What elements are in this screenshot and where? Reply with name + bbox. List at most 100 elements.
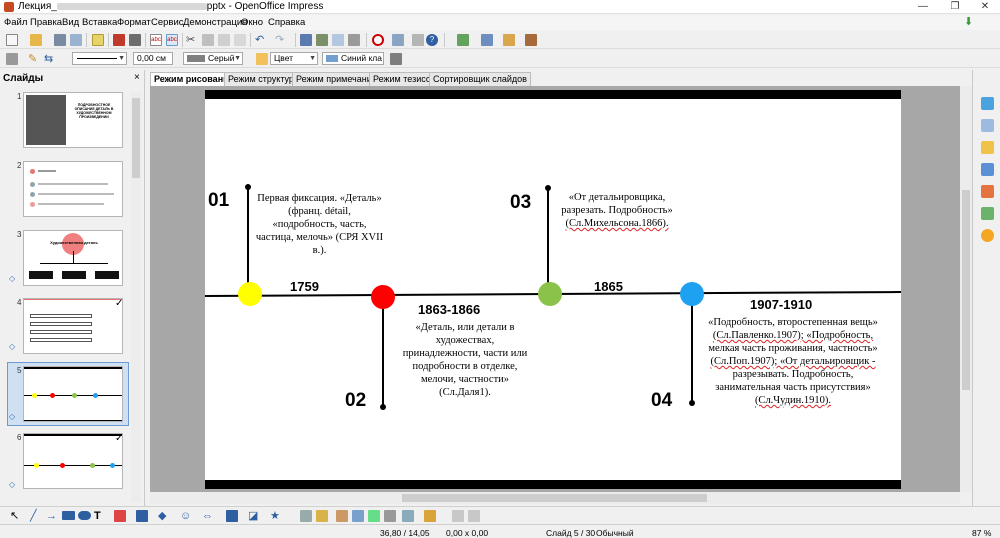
slide-thumbnail-6[interactable]	[23, 433, 123, 489]
menu-slideshow[interactable]: Демонстрация	[183, 17, 247, 28]
crop-icon[interactable]	[468, 510, 480, 522]
menu-format[interactable]: Формат	[117, 17, 151, 28]
points-icon[interactable]	[300, 510, 312, 522]
table-icon[interactable]	[316, 34, 328, 46]
connector-tool-icon[interactable]	[136, 510, 148, 522]
export-pdf-icon[interactable]	[113, 34, 125, 46]
new-document-icon[interactable]	[6, 34, 18, 46]
text-block-01[interactable]: Первая фиксация. «Деталь» (франц. détail…	[247, 192, 392, 257]
paste-icon[interactable]	[218, 34, 230, 46]
tab-slide-sorter[interactable]: Сортировщик слайдов	[429, 72, 531, 86]
menu-window[interactable]: Окно	[241, 17, 263, 28]
arrange-icon[interactable]	[424, 510, 436, 522]
spellcheck-icon[interactable]: abc	[150, 34, 162, 46]
stars-icon[interactable]: ★	[270, 510, 282, 522]
area-color-select[interactable]: Синий кла	[322, 52, 384, 65]
area-icon[interactable]	[256, 53, 268, 65]
image-icon[interactable]	[332, 34, 344, 46]
open-folder-icon[interactable]	[30, 34, 42, 46]
save-icon[interactable]	[54, 34, 66, 46]
email-icon[interactable]	[70, 34, 82, 46]
zoom-icon[interactable]	[412, 34, 424, 46]
master-pages-icon[interactable]	[981, 97, 994, 110]
area-style-select[interactable]: Цвет ▼	[270, 52, 318, 65]
slide-design-icon[interactable]	[503, 34, 515, 46]
curve-tool-icon[interactable]	[114, 510, 126, 522]
slide-thumbnail-5[interactable]	[23, 366, 123, 422]
slide-bottom-border-bar	[205, 480, 901, 489]
line-style-select[interactable]: ▼	[72, 52, 127, 65]
zoom-level[interactable]: 87 %	[972, 528, 991, 538]
layouts-icon[interactable]	[981, 119, 994, 132]
text-block-03[interactable]: «От детальировщика, разрезать. Подробнос…	[547, 191, 687, 230]
navigator-side-icon[interactable]	[981, 229, 994, 242]
maximize-button[interactable]: ❐	[940, 0, 970, 14]
timeline-number-03: 03	[510, 192, 532, 213]
menu-edit[interactable]: Правка	[30, 17, 62, 28]
shadow-icon[interactable]	[390, 53, 402, 65]
block-arrows-icon[interactable]: ⇔	[202, 510, 214, 522]
arrow-style-icon[interactable]: ⇆	[44, 53, 56, 65]
slide-thumbnail-2[interactable]	[23, 161, 123, 217]
text-block-02[interactable]: «Деталь, или детали в художествах, прина…	[386, 321, 544, 399]
slides-scrollbar-thumb[interactable]	[132, 98, 140, 178]
select-arrow-icon[interactable]: ↖	[10, 510, 22, 522]
slide-thumbnail-1[interactable]: ПОДРОБНОСТНОЕ ОПИСАНИЕ ДЕТАЛЬ В ХУДОЖЕСТ…	[23, 92, 123, 148]
line-icon[interactable]: ✎	[28, 53, 40, 65]
new-slide-icon[interactable]	[457, 34, 469, 46]
line-color-select[interactable]: Серый ▼	[183, 52, 243, 65]
styles-icon[interactable]	[981, 185, 994, 198]
slide-thumbnail-4[interactable]	[23, 298, 123, 354]
menu-insert[interactable]: Вставка	[82, 17, 117, 28]
help-icon[interactable]: ?	[426, 34, 438, 46]
slide-layout-icon[interactable]	[481, 34, 493, 46]
slide-show-icon[interactable]	[525, 34, 537, 46]
navigator-icon[interactable]	[392, 34, 404, 46]
glue-points-icon[interactable]	[316, 510, 328, 522]
menu-view[interactable]: Вид	[62, 17, 79, 28]
flowchart-icon[interactable]	[226, 510, 238, 522]
horizontal-scrollbar-thumb[interactable]	[402, 494, 707, 502]
window-title-suffix: pptx - OpenOffice Impress	[206, 1, 324, 12]
redo-icon[interactable]: ↷	[275, 34, 287, 46]
arrow-tool-icon[interactable]: →	[46, 510, 58, 522]
tab-notes[interactable]: Режим примечаний	[292, 72, 381, 86]
minimize-button[interactable]: —	[908, 0, 938, 14]
text-tool-icon[interactable]: T	[94, 510, 106, 522]
undo-icon[interactable]: ↶	[255, 34, 267, 46]
slides-pane-close-icon[interactable]: ×	[134, 72, 140, 83]
rectangle-tool-icon[interactable]	[62, 511, 75, 520]
extrusion-icon[interactable]	[384, 510, 396, 522]
gallery-toolbar-icon[interactable]	[368, 510, 380, 522]
menu-tools[interactable]: Сервис	[151, 17, 184, 28]
edit-file-icon[interactable]	[92, 34, 104, 46]
symbol-shapes-icon[interactable]: ☺	[180, 510, 192, 522]
cut-icon[interactable]: ✂	[186, 34, 198, 46]
line-tool-icon[interactable]: ╱	[30, 510, 42, 522]
slide-transition-icon[interactable]	[981, 163, 994, 176]
show-draw-functions-icon[interactable]	[372, 34, 384, 46]
line-width-field[interactable]: 0,00 см	[133, 52, 173, 65]
basic-shapes-icon[interactable]: ◆	[158, 510, 170, 522]
extension-update-icon[interactable]: ⬇	[964, 15, 978, 29]
chart-icon[interactable]	[300, 34, 312, 46]
movie-icon[interactable]	[348, 34, 360, 46]
fontwork-icon[interactable]	[336, 510, 348, 522]
print-icon[interactable]	[129, 34, 141, 46]
gallery-icon[interactable]	[981, 207, 994, 220]
shadow-toggle-icon[interactable]	[452, 510, 464, 522]
callouts-icon[interactable]: ◪	[248, 510, 260, 522]
clone-formatting-icon[interactable]	[234, 34, 246, 46]
custom-animation-icon[interactable]	[981, 141, 994, 154]
autospellcheck-icon[interactable]: abc	[166, 34, 178, 46]
ellipse-tool-icon[interactable]	[78, 511, 91, 520]
copy-icon[interactable]	[202, 34, 214, 46]
close-button[interactable]: ✕	[970, 0, 1000, 14]
menu-help[interactable]: Справка	[268, 17, 305, 28]
from-file-icon[interactable]	[352, 510, 364, 522]
vertical-scrollbar-thumb[interactable]	[962, 190, 970, 390]
align-icon[interactable]	[402, 510, 414, 522]
menu-file[interactable]: Файл	[4, 17, 27, 28]
slide-thumbnail-3[interactable]: Художественная деталь	[23, 230, 123, 286]
text-block-04[interactable]: «Подробность, второстепенная вещь» (Сл.П…	[694, 316, 892, 407]
